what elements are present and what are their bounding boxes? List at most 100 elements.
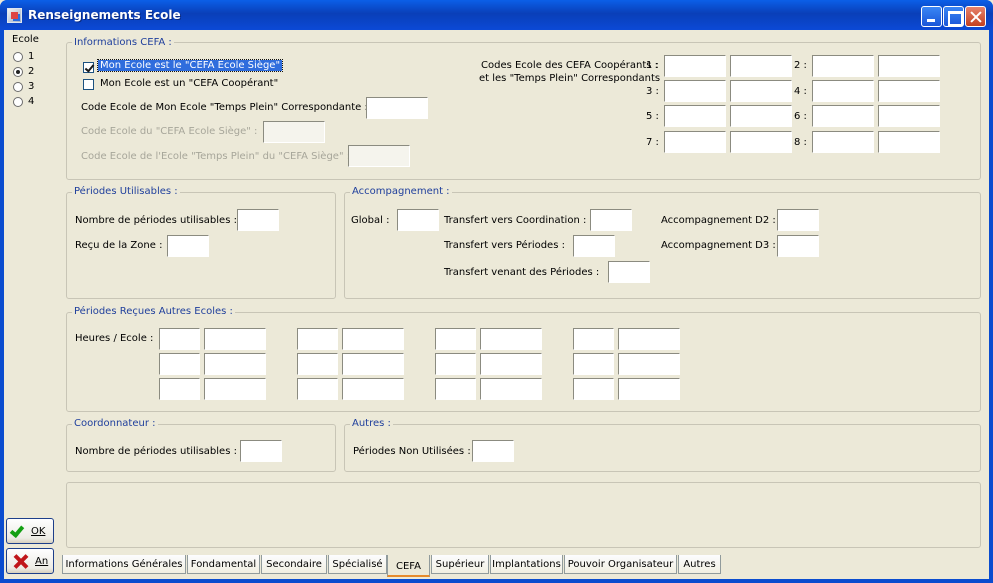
tab-superieur[interactable]: Supérieur (431, 555, 489, 574)
coop-slot-2-code[interactable] (812, 55, 874, 77)
heures-ecole-field-r2-g2-code[interactable] (297, 353, 338, 375)
heures-ecole-field-r1-g2-value[interactable] (342, 328, 404, 350)
cefa-siege-checkbox[interactable] (83, 62, 94, 73)
periodes-recu-field[interactable] (167, 235, 209, 257)
periodes-nombre-label: Nombre de périodes utilisables : (75, 215, 237, 226)
accomp-coord-label: Transfert vers Coordination : (444, 215, 587, 226)
cefa-siege-label[interactable]: Mon Ecole est le "CEFA Ecole Siège" (96, 59, 284, 72)
heures-ecole-field-r3-g2-code[interactable] (297, 378, 338, 400)
accomp-d2-field[interactable] (777, 209, 819, 231)
ecole-radio-2[interactable] (13, 67, 23, 77)
heures-ecole-field-r2-g4-value[interactable] (618, 353, 680, 375)
heures-ecole-field-r2-g3-code[interactable] (435, 353, 476, 375)
coop-slot-7-code[interactable] (664, 131, 726, 153)
heures-ecole-field-r1-g4-code[interactable] (573, 328, 614, 350)
periodes-nombre-field[interactable] (237, 209, 279, 231)
coop-slot-7-tp[interactable] (730, 131, 792, 153)
code-temps-plein-field[interactable] (366, 97, 428, 119)
cefa-cooperant-label[interactable]: Mon Ecole est un "CEFA Coopérant" (100, 78, 278, 89)
tab-implantations[interactable]: Implantations (490, 555, 563, 574)
heures-ecole-field-r1-g1-value[interactable] (204, 328, 266, 350)
tab-fondamental[interactable]: Fondamental (187, 555, 260, 574)
autres-non-utilisees-field[interactable] (472, 440, 514, 462)
accomp-d3-field[interactable] (777, 235, 819, 257)
annuler-button[interactable]: An (6, 548, 54, 574)
heures-ecole-field-r3-g1-value[interactable] (204, 378, 266, 400)
heures-ecole-field-r3-g4-value[interactable] (618, 378, 680, 400)
accomp-coord-field[interactable] (590, 209, 632, 231)
coop-slot-8-tp[interactable] (878, 131, 940, 153)
accomp-d2-label: Accompagnement D2 : (661, 215, 776, 226)
coordonnateur-nombre-field[interactable] (240, 440, 282, 462)
accomp-global-field[interactable] (397, 209, 439, 231)
tab-secondaire[interactable]: Secondaire (261, 555, 327, 574)
heures-ecole-field-r1-g2-code[interactable] (297, 328, 338, 350)
coop-slot-5-tp[interactable] (730, 105, 792, 127)
accomp-venant-field[interactable] (608, 261, 650, 283)
cefa-group-title: Informations CEFA : (72, 37, 174, 48)
window-client: Ecole 1 2 3 4 Informations CEFA : Mon Ec… (4, 30, 989, 579)
coop-slot-7-label: 7 : (646, 137, 659, 148)
ok-button[interactable]: OK (6, 518, 54, 544)
coop-slot-4-tp[interactable] (878, 80, 940, 102)
ok-button-label: OK (31, 526, 46, 537)
codes-coop-label-line1: Codes Ecole des CEFA Coopérants : (481, 60, 659, 71)
coop-slot-3-code[interactable] (664, 80, 726, 102)
heures-ecole-label: Heures / Ecole : (75, 333, 154, 344)
coordonnateur-group-title: Coordonnateur : (72, 418, 158, 429)
tab-specialise[interactable]: Spécialisé (328, 555, 387, 574)
accomp-periodes-label: Transfert vers Périodes : (444, 240, 565, 251)
cancel-x-icon (12, 553, 28, 569)
code-siege-field[interactable] (263, 121, 325, 143)
heures-ecole-field-r2-g3-value[interactable] (480, 353, 542, 375)
ecole-radio-4[interactable] (13, 97, 23, 107)
annuler-button-label: An (35, 556, 49, 567)
heures-ecole-field-r1-g3-code[interactable] (435, 328, 476, 350)
coop-slot-6-code[interactable] (812, 105, 874, 127)
heures-ecole-field-r2-g1-code[interactable] (159, 353, 200, 375)
heures-ecole-field-r2-g2-value[interactable] (342, 353, 404, 375)
coop-slot-4-label: 4 : (794, 86, 807, 97)
code-tp-siege-field[interactable] (348, 145, 410, 167)
checkmark-icon (9, 522, 25, 539)
heures-ecole-field-r3-g3-value[interactable] (480, 378, 542, 400)
coop-slot-8-code[interactable] (812, 131, 874, 153)
minimize-button[interactable] (921, 6, 942, 27)
coop-slot-6-tp[interactable] (878, 105, 940, 127)
heures-ecole-field-r2-g1-value[interactable] (204, 353, 266, 375)
ecole-radio-4-label: 4 (28, 96, 35, 107)
heures-ecole-field-r1-g4-value[interactable] (618, 328, 680, 350)
coop-slot-3-label: 3 : (646, 86, 659, 97)
coop-slot-5-code[interactable] (664, 105, 726, 127)
tab-autres[interactable]: Autres (678, 555, 721, 574)
ecole-radio-1[interactable] (13, 52, 23, 62)
accompagnement-group-title: Accompagnement : (350, 186, 452, 197)
accomp-periodes-field[interactable] (573, 235, 615, 257)
coop-slot-2-label: 2 : (794, 60, 807, 71)
coop-slot-1-tp[interactable] (730, 55, 792, 77)
heures-ecole-field-r3-g2-value[interactable] (342, 378, 404, 400)
coop-slot-4-code[interactable] (812, 80, 874, 102)
cefa-cooperant-checkbox[interactable] (83, 79, 94, 90)
coop-slot-2-tp[interactable] (878, 55, 940, 77)
heures-ecole-field-r2-g4-code[interactable] (573, 353, 614, 375)
ecole-label: Ecole (12, 34, 39, 45)
accomp-d3-label: Accompagnement D3 : (661, 240, 776, 251)
heures-ecole-field-r1-g3-value[interactable] (480, 328, 542, 350)
heures-ecole-field-r3-g3-code[interactable] (435, 378, 476, 400)
coop-slot-6-label: 6 : (794, 111, 807, 122)
heures-ecole-field-r1-g1-code[interactable] (159, 328, 200, 350)
tab-informations-generales[interactable]: Informations Générales (62, 555, 186, 574)
maximize-button[interactable] (943, 6, 964, 27)
heures-ecole-field-r3-g4-code[interactable] (573, 378, 614, 400)
coop-slot-1-code[interactable] (664, 55, 726, 77)
close-button[interactable] (965, 6, 986, 27)
app-window: Renseignements Ecole Ecole 1 2 3 4 Infor… (0, 0, 993, 583)
bottom-panel (66, 482, 981, 548)
coop-slot-3-tp[interactable] (730, 80, 792, 102)
ecole-radio-3[interactable] (13, 82, 23, 92)
tab-cefa[interactable]: CEFA (387, 555, 430, 577)
heures-ecole-field-r3-g1-code[interactable] (159, 378, 200, 400)
tab-pouvoir-organisateur[interactable]: Pouvoir Organisateur (564, 555, 677, 574)
app-icon (7, 8, 22, 23)
